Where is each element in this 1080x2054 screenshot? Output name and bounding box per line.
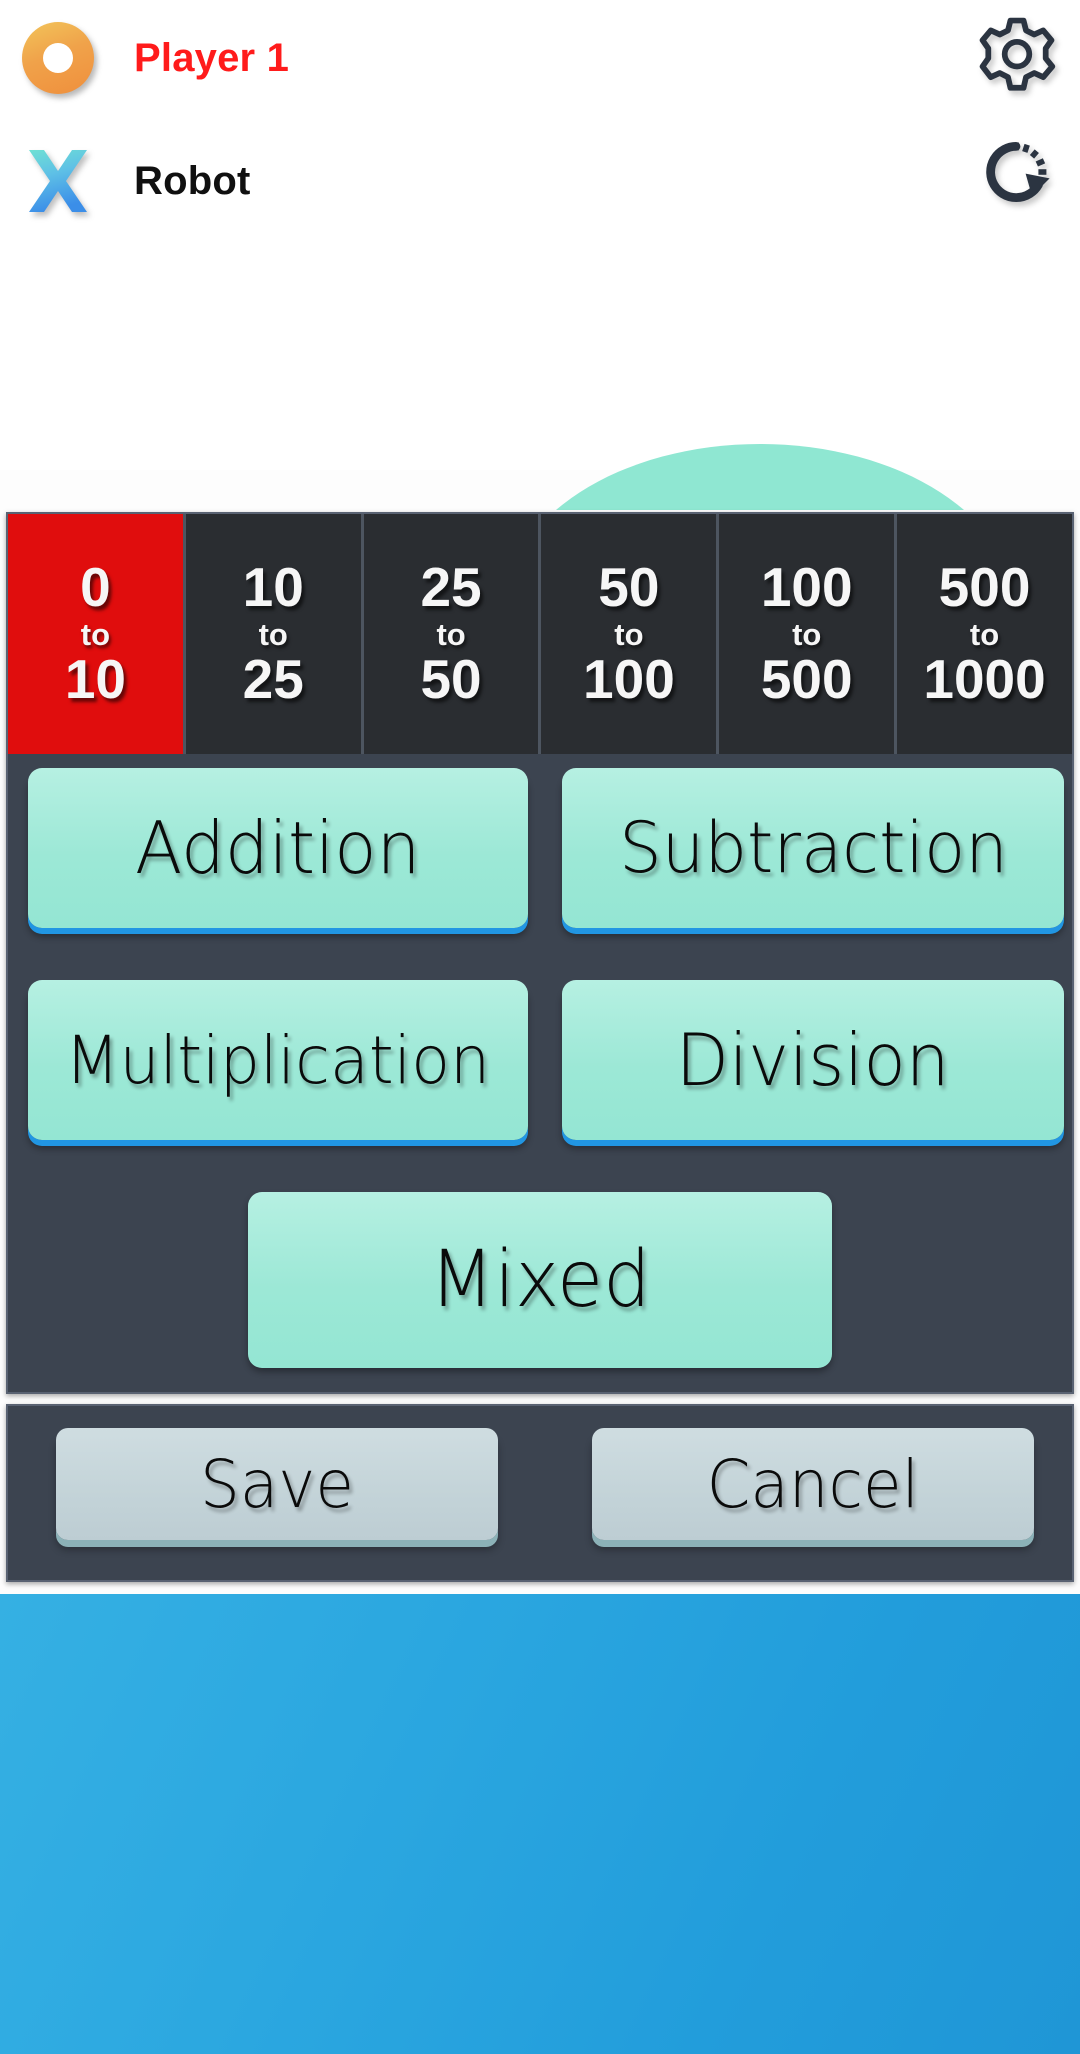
operation-label: Multiplication	[65, 1021, 491, 1099]
player-2-name: Robot	[134, 158, 251, 203]
player-row-1: Player 1	[22, 22, 289, 94]
range-from: 0	[80, 555, 111, 618]
operation-button-subtraction[interactable]: Subtraction	[562, 768, 1064, 928]
range-tab-100-to-500[interactable]: 100 to 500	[719, 514, 898, 754]
range-tab-0-to-10[interactable]: 0 to 10	[8, 514, 186, 754]
decorative-arc	[0, 440, 1080, 510]
range-to: 50	[420, 648, 482, 711]
operation-label: Addition	[135, 806, 421, 890]
range-to-word: to	[436, 616, 466, 652]
cross-x-icon	[22, 145, 94, 217]
player-row-2: Robot	[22, 145, 251, 217]
range-from: 50	[598, 555, 660, 618]
save-button[interactable]: Save	[56, 1428, 498, 1540]
operation-button-multiplication[interactable]: Multiplication	[28, 980, 528, 1140]
bottom-background	[0, 1594, 1080, 2054]
circle-o-icon	[22, 22, 94, 94]
speed-icon[interactable]	[976, 132, 1056, 217]
range-to: 1000	[923, 648, 1046, 711]
range-to-word: to	[258, 616, 288, 652]
gear-icon[interactable]	[976, 14, 1058, 101]
operation-label: Division	[676, 1018, 950, 1102]
range-tab-500-to-1000[interactable]: 500 to 1000	[897, 514, 1072, 754]
range-to-word: to	[80, 616, 111, 652]
range-from: 500	[938, 555, 1031, 618]
range-to: 500	[760, 648, 853, 711]
operation-label: Mixed	[429, 1235, 651, 1325]
operation-label: Subtraction	[618, 807, 1008, 889]
range-from: 10	[242, 555, 304, 618]
range-to: 10	[64, 648, 126, 711]
arc-shape	[505, 444, 1015, 510]
cancel-button-label: Cancel	[706, 1445, 920, 1523]
range-to-word: to	[792, 616, 822, 652]
save-button-label: Save	[200, 1445, 354, 1523]
operation-button-addition[interactable]: Addition	[28, 768, 528, 928]
range-to-word: to	[614, 616, 644, 652]
player-1-name: Player 1	[134, 35, 290, 80]
game-settings-screen: Player 1 Robot 0 to 10 10 to 25 25 to 50…	[0, 0, 1080, 2054]
operation-button-mixed[interactable]: Mixed	[248, 1192, 832, 1368]
range-tab-50-to-100[interactable]: 50 to 100	[541, 514, 720, 754]
operation-buttons: Addition Subtraction Multiplication Divi…	[8, 754, 1072, 1392]
range-to-word: to	[969, 616, 1000, 652]
range-to: 25	[242, 648, 304, 711]
operation-button-division[interactable]: Division	[562, 980, 1064, 1140]
number-range-tabs: 0 to 10 10 to 25 25 to 50 50 to 100 100	[8, 514, 1072, 754]
range-tab-25-to-50[interactable]: 25 to 50	[363, 514, 542, 754]
settings-panel: 0 to 10 10 to 25 25 to 50 50 to 100 100	[6, 512, 1074, 1394]
cancel-button[interactable]: Cancel	[592, 1428, 1034, 1540]
header-bar: Player 1 Robot	[0, 0, 1080, 470]
action-panel: Save Cancel	[6, 1404, 1074, 1582]
range-from: 25	[420, 555, 482, 618]
range-from: 100	[760, 555, 853, 618]
range-tab-10-to-25[interactable]: 10 to 25	[185, 514, 364, 754]
range-to: 100	[583, 648, 675, 711]
